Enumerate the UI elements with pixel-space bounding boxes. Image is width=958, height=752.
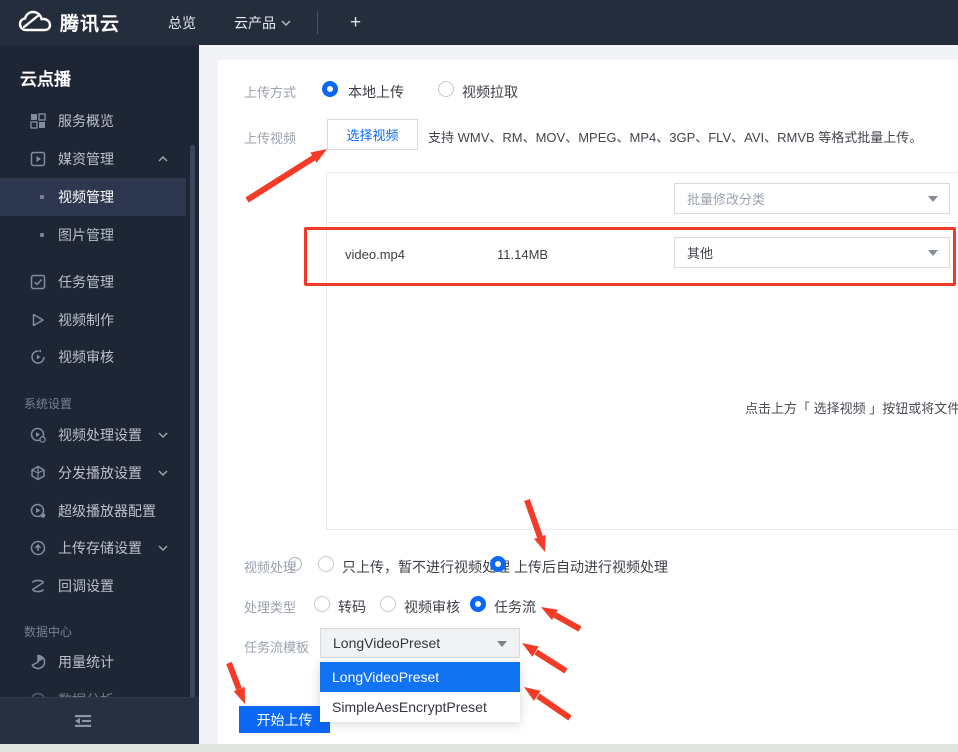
nav-item-overview[interactable]: 总览: [168, 13, 196, 33]
taskflow-template-value: LongVideoPreset: [333, 635, 441, 651]
radio-upload-only[interactable]: [318, 556, 334, 572]
upload-video-label: 上传视频: [244, 131, 297, 146]
bullet-icon: [40, 195, 44, 199]
radio-upload-only-label[interactable]: 只上传，暂不进行视频处理: [342, 557, 510, 577]
batch-category-select[interactable]: 批量修改分类: [674, 183, 950, 214]
sidebar-item-task-management[interactable]: 任务管理: [0, 263, 199, 301]
tencent-cloud-logo[interactable]: 腾讯云: [18, 9, 120, 36]
upload-method-label: 上传方式: [244, 85, 297, 100]
sidebar-item-label: 图片管理: [58, 227, 114, 243]
grid-icon: [30, 113, 46, 129]
sidebar-item-upload-storage-settings[interactable]: 上传存储设置: [0, 529, 199, 567]
sidebar-item-label: 回调设置: [58, 578, 114, 594]
radio-auto-process-label[interactable]: 上传后自动进行视频处理: [514, 557, 668, 577]
file-table: [326, 172, 958, 530]
sidebar-item-label: 服务概览: [58, 113, 114, 129]
radio-review[interactable]: [380, 596, 396, 612]
play-outline-icon: [32, 313, 44, 327]
review-cycle-icon: [31, 349, 45, 364]
sidebar-item-label: 用量统计: [58, 654, 114, 670]
sidebar-item-distribution-settings[interactable]: 分发播放设置: [0, 454, 199, 492]
sidebar-section-system-settings: 系统设置: [24, 397, 73, 411]
nav-add-tab-button[interactable]: +: [350, 12, 361, 34]
radio-review-label[interactable]: 视频审核: [404, 597, 460, 617]
format-hint: 支持 WMV、RM、MOV、MPEG、MP4、3GP、FLV、AVI、RMVB …: [428, 130, 923, 145]
chevron-down-icon: [158, 432, 168, 438]
radio-video-pull-label[interactable]: 视频拉取: [462, 82, 518, 102]
sidebar-item-superplayer-config[interactable]: 超级播放器配置: [0, 492, 199, 530]
taskflow-template-dropdown: LongVideoPreset SimpleAesEncryptPreset: [320, 662, 520, 722]
dropdown-option-longvideopreset[interactable]: LongVideoPreset: [320, 662, 520, 692]
taskflow-template-select[interactable]: LongVideoPreset: [320, 628, 520, 658]
sidebar-item-label: 超级播放器配置: [58, 503, 156, 519]
sidebar-section-data-center: 数据中心: [24, 625, 73, 639]
sidebar-item-label: 媒资管理: [58, 151, 114, 167]
radio-local-upload[interactable]: [322, 81, 338, 97]
processing-settings-icon: [30, 427, 46, 443]
bullet-icon: [40, 233, 44, 237]
task-check-icon: [30, 274, 46, 290]
collapse-sidebar-icon[interactable]: [74, 714, 92, 728]
radio-video-pull[interactable]: [438, 81, 454, 97]
upload-storage-icon: [30, 540, 46, 556]
sidebar: 云点播 服务概览 媒资管理 视频管理 图片管理 任务管理 视频制作 视频审核 系…: [0, 45, 199, 744]
radio-auto-process[interactable]: [490, 556, 506, 572]
radio-taskflow[interactable]: [470, 596, 486, 612]
select-video-button[interactable]: 选择视频: [327, 119, 418, 150]
cloud-logo-icon: [18, 10, 52, 31]
player-config-icon: [30, 503, 46, 518]
sidebar-item-label: 视频审核: [58, 349, 114, 365]
sidebar-item-video-management[interactable]: 视频管理: [0, 178, 186, 216]
sidebar-item-service-overview[interactable]: 服务概览: [0, 102, 199, 140]
sidebar-item-usage-statistics[interactable]: 用量统计: [0, 643, 199, 681]
dropdown-option-simpleaesencryptpreset[interactable]: SimpleAesEncryptPreset: [320, 692, 520, 722]
sidebar-item-media-management[interactable]: 媒资管理: [0, 140, 199, 178]
sidebar-product-title: 云点播: [20, 70, 71, 89]
chevron-down-icon: [158, 470, 168, 476]
chevron-down-icon: [928, 250, 938, 256]
chevron-down-icon: [281, 19, 291, 26]
radio-transcode[interactable]: [314, 596, 330, 612]
sidebar-item-callback-settings[interactable]: 回调设置: [0, 567, 199, 605]
file-row-size: 11.14MB: [497, 247, 549, 262]
cube-icon: [31, 465, 45, 481]
batch-category-select-value: 批量修改分类: [687, 192, 766, 207]
nav-item-products[interactable]: 云产品: [234, 13, 291, 33]
sidebar-item-video-processing-settings[interactable]: 视频处理设置: [0, 416, 199, 454]
taskflow-template-label: 任务流模板: [244, 640, 310, 655]
pie-chart-icon: [31, 654, 46, 670]
drop-zone-hint: 点击上方「 选择视频 」按钮或将文件拖: [745, 401, 958, 416]
file-row-category-value: 其他: [687, 246, 714, 261]
file-row-category-select[interactable]: 其他: [674, 237, 950, 268]
chevron-down-icon: [497, 641, 507, 647]
bottom-edge-strip: [0, 744, 958, 752]
start-upload-button[interactable]: 开始上传: [239, 706, 330, 733]
chevron-up-icon: [158, 156, 168, 162]
file-row-name: video.mp4: [345, 247, 405, 262]
sidebar-item-label: 视频处理设置: [58, 427, 142, 443]
radio-local-upload-label[interactable]: 本地上传: [348, 82, 404, 102]
sidebar-scrollbar[interactable]: [190, 145, 195, 737]
sidebar-item-label: 分发播放设置: [58, 465, 142, 481]
sidebar-item-video-review[interactable]: 视频审核: [0, 338, 199, 376]
sidebar-item-label: 视频管理: [58, 189, 114, 205]
info-icon[interactable]: i: [288, 557, 302, 571]
media-icon: [30, 151, 46, 167]
chevron-down-icon: [928, 196, 938, 202]
callback-icon: [31, 579, 45, 593]
vod-upload-page: 腾讯云 总览 云产品 + 云点播 服务概览 媒资管理 视频管理 图片管理 任务管…: [0, 0, 958, 752]
sidebar-item-image-management[interactable]: 图片管理: [0, 216, 199, 254]
top-navbar: 腾讯云 总览 云产品 +: [0, 0, 958, 45]
sidebar-item-label: 任务管理: [58, 274, 114, 290]
process-type-label: 处理类型: [244, 600, 297, 615]
radio-transcode-label[interactable]: 转码: [338, 597, 366, 617]
nav-divider: [317, 11, 319, 34]
radio-taskflow-label[interactable]: 任务流: [494, 597, 536, 617]
sidebar-item-label: 上传存储设置: [58, 540, 142, 556]
chevron-down-icon: [158, 545, 168, 551]
sidebar-item-label: 视频制作: [58, 312, 114, 328]
brand-name: 腾讯云: [60, 14, 121, 35]
sidebar-footer: [0, 697, 199, 744]
sidebar-item-video-production[interactable]: 视频制作: [0, 301, 199, 339]
